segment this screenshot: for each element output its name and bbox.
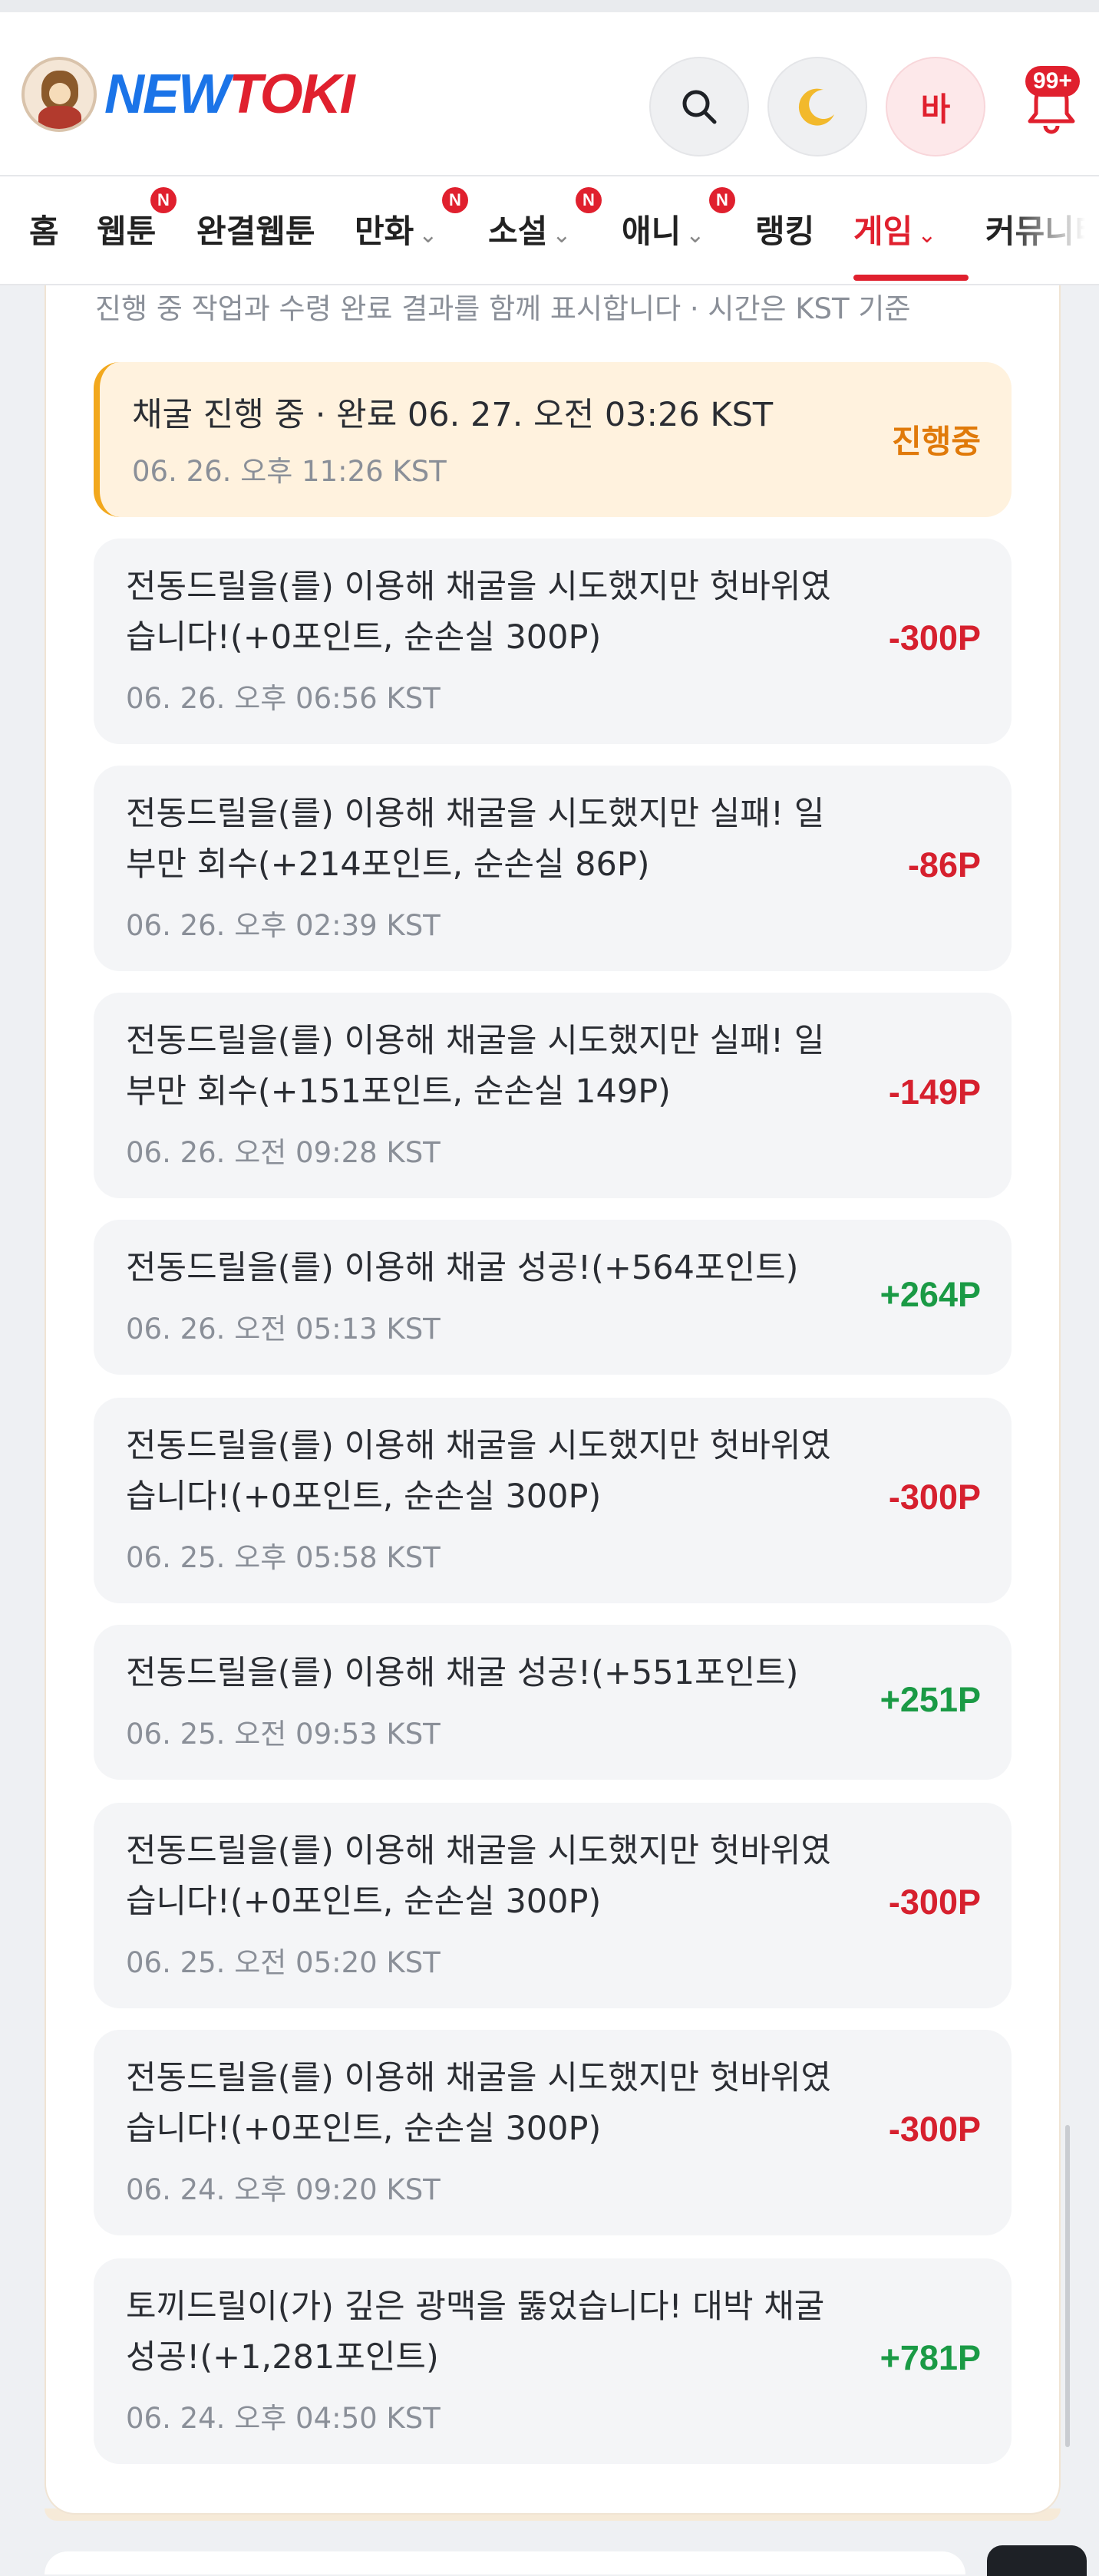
moon-icon bbox=[798, 88, 834, 126]
site-logo[interactable]: NEWTOKI bbox=[21, 57, 355, 132]
nav-label: 랭킹 bbox=[755, 212, 815, 250]
history-item-time: 06. 24. 오후 09:20 KST bbox=[126, 2173, 441, 2206]
logo-text-new: NEW bbox=[104, 64, 230, 125]
new-badge: N bbox=[576, 187, 602, 213]
history-item: 전동드릴을(를) 이용해 채굴을 시도했지만 헛바위였습니다!(+0포인트, 순… bbox=[94, 2030, 1012, 2235]
floating-action-button[interactable] bbox=[987, 2545, 1087, 2576]
history-item-amount: -300P bbox=[888, 618, 981, 657]
notification-count-badge: 99+ bbox=[1025, 66, 1080, 97]
nav-label: 게임 bbox=[853, 212, 913, 250]
history-item: 전동드릴을(를) 이용해 채굴 성공!(+551포인트) 06. 25. 오전 … bbox=[94, 1625, 1012, 1780]
history-item-amount: +264P bbox=[880, 1275, 981, 1314]
mascot-logo-icon bbox=[21, 57, 97, 132]
history-item-time: 06. 26. 오후 06:56 KST bbox=[126, 682, 441, 715]
nav-label: 완결웹툰 bbox=[196, 212, 315, 250]
history-item-amount: +251P bbox=[880, 1680, 981, 1719]
history-item-amount: +781P bbox=[880, 2338, 981, 2377]
chevron-down-icon: ⌄ bbox=[917, 222, 937, 249]
history-item-text: 전동드릴을(를) 이용해 채굴 성공!(+564포인트) bbox=[126, 1249, 799, 1287]
nav-item-novel[interactable]: 소설 ⌄ bbox=[488, 209, 571, 259]
nav-label: 웹툰 bbox=[97, 212, 157, 250]
nav-item-anime[interactable]: 애니 ⌄ bbox=[622, 209, 705, 259]
search-button[interactable] bbox=[649, 57, 749, 156]
history-item-in-progress: 채굴 진행 중 · 완료 06. 27. 오전 03:26 KST 06. 26… bbox=[94, 362, 1012, 517]
new-badge: N bbox=[709, 187, 735, 213]
history-item-time: 06. 25. 오전 05:20 KST bbox=[126, 1946, 441, 1979]
chevron-down-icon: ⌄ bbox=[552, 222, 572, 249]
page-scrollbar[interactable] bbox=[1065, 2125, 1070, 2447]
nav-label: 홈 bbox=[29, 212, 59, 250]
nav-scroll-fade bbox=[1007, 176, 1099, 284]
history-item: 전동드릴을(를) 이용해 채굴을 시도했지만 실패! 일부만 회수(+214포인… bbox=[94, 766, 1012, 971]
history-item-text: 토끼드릴이(가) 깊은 광맥을 뚫었습니다! 대박 채굴 성공!(+1,281포… bbox=[126, 2288, 825, 2377]
nav-item-manga[interactable]: 만화 ⌄ bbox=[355, 209, 437, 259]
history-notice: 진행 중 작업과 수령 완료 결과를 함께 표시합니다 · 시간은 KST 기준 bbox=[95, 292, 911, 325]
history-item-text: 전동드릴을(를) 이용해 채굴을 시도했지만 헛바위였습니다!(+0포인트, 순… bbox=[126, 568, 831, 657]
history-item-text: 전동드릴을(를) 이용해 채굴을 시도했지만 실패! 일부만 회수(+214포인… bbox=[126, 795, 825, 884]
nav-item-home[interactable]: 홈 bbox=[29, 209, 59, 255]
theme-toggle-button[interactable] bbox=[767, 57, 867, 156]
history-item-text: 전동드릴을(를) 이용해 채굴을 시도했지만 헛바위였습니다!(+0포인트, 순… bbox=[126, 2059, 831, 2148]
status-strip bbox=[0, 0, 1099, 12]
avatar-initial: 바 bbox=[920, 90, 951, 128]
history-item-time: 06. 26. 오후 11:26 KST bbox=[132, 455, 447, 488]
next-section-card bbox=[45, 2551, 965, 2574]
site-header: NEWTOKI 바 99+ bbox=[0, 12, 1099, 176]
new-badge: N bbox=[442, 187, 468, 213]
nav-label: 만화 bbox=[355, 212, 414, 250]
history-item: 전동드릴을(를) 이용해 채굴을 시도했지만 헛바위였습니다!(+0포인트, 순… bbox=[94, 539, 1012, 744]
history-item-status: 진행중 bbox=[892, 423, 981, 460]
nav-item-game[interactable]: 게임 ⌄ bbox=[853, 209, 936, 259]
chevron-down-icon: ⌄ bbox=[685, 222, 705, 249]
history-item-time: 06. 25. 오전 09:53 KST bbox=[126, 1718, 441, 1751]
history-item-time: 06. 26. 오전 05:13 KST bbox=[126, 1313, 441, 1346]
history-item-amount: -149P bbox=[888, 1072, 981, 1112]
history-item: 토끼드릴이(가) 깊은 광맥을 뚫었습니다! 대박 채굴 성공!(+1,281포… bbox=[94, 2258, 1012, 2464]
logo-wordmark: NEWTOKI bbox=[104, 64, 355, 125]
nav-item-webtoon[interactable]: 웹툰 bbox=[97, 209, 156, 255]
history-item-amount: -86P bbox=[907, 845, 981, 884]
history-item-time: 06. 26. 오후 02:39 KST bbox=[126, 909, 441, 942]
new-badge: N bbox=[150, 187, 177, 213]
history-item: 전동드릴을(를) 이용해 채굴 성공!(+564포인트) 06. 26. 오전 … bbox=[94, 1220, 1012, 1375]
history-item-time: 06. 25. 오후 05:58 KST bbox=[126, 1541, 441, 1574]
nav-item-ranking[interactable]: 랭킹 bbox=[755, 209, 814, 255]
history-item-text: 채굴 진행 중 · 완료 06. 27. 오전 03:26 KST bbox=[132, 396, 774, 434]
history-item: 전동드릴을(를) 이용해 채굴을 시도했지만 실패! 일부만 회수(+151포인… bbox=[94, 993, 1012, 1198]
history-item: 전동드릴을(를) 이용해 채굴을 시도했지만 헛바위였습니다!(+0포인트, 순… bbox=[94, 1398, 1012, 1603]
nav-label: 애니 bbox=[622, 212, 682, 250]
main-nav: 홈 웹툰 N 완결웹툰 만화⌄ N 소설⌄ N 애니⌄ N 랭킹 게임⌄ 커뮤니… bbox=[0, 176, 1099, 285]
history-item-time: 06. 24. 오후 04:50 KST bbox=[126, 2402, 441, 2435]
nav-item-completed-webtoon[interactable]: 완결웹툰 bbox=[196, 209, 315, 255]
history-item-amount: -300P bbox=[888, 1883, 981, 1922]
logo-text-toki: TOKI bbox=[228, 64, 355, 125]
search-icon bbox=[682, 90, 717, 124]
chevron-down-icon: ⌄ bbox=[418, 222, 438, 249]
history-item-text: 전동드릴을(를) 이용해 채굴을 시도했지만 헛바위였습니다!(+0포인트, 순… bbox=[126, 1427, 831, 1516]
history-item-amount: -300P bbox=[888, 1477, 981, 1517]
history-item-time: 06. 26. 오전 09:28 KST bbox=[126, 1136, 441, 1169]
user-avatar-button[interactable]: 바 bbox=[886, 57, 985, 156]
active-tab-indicator bbox=[853, 275, 969, 281]
nav-label: 소설 bbox=[488, 212, 548, 250]
history-item-amount: -300P bbox=[888, 2110, 981, 2149]
history-item: 전동드릴을(를) 이용해 채굴을 시도했지만 헛바위였습니다!(+0포인트, 순… bbox=[94, 1803, 1012, 2008]
history-item-text: 전동드릴을(를) 이용해 채굴을 시도했지만 헛바위였습니다!(+0포인트, 순… bbox=[126, 1832, 831, 1921]
history-item-text: 전동드릴을(를) 이용해 채굴을 시도했지만 실패! 일부만 회수(+151포인… bbox=[126, 1022, 825, 1111]
history-item-text: 전동드릴을(를) 이용해 채굴 성공!(+551포인트) bbox=[126, 1654, 799, 1692]
